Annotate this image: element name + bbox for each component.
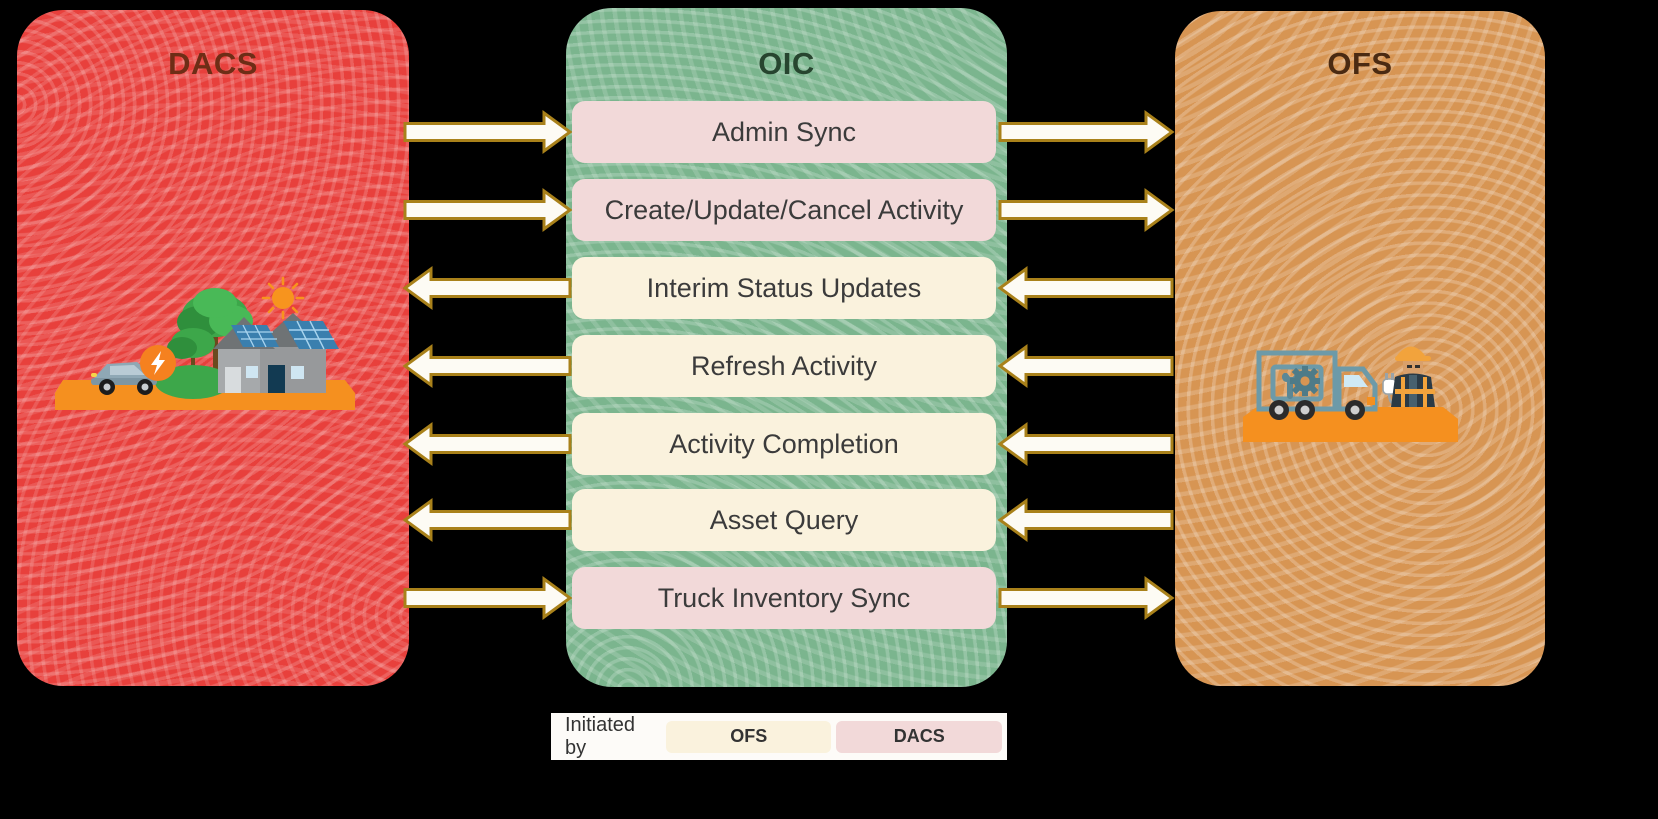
arrow-dacs-oic-1	[403, 188, 573, 232]
legend-label: Initiated by	[565, 713, 636, 759]
arrow-dacs-oic-2	[402, 266, 572, 310]
oic-row-label: Interim Status Updates	[646, 272, 922, 303]
oic-row-label: Create/Update/Cancel Activity	[604, 194, 964, 225]
arrow-dacs-oic-0	[403, 110, 573, 154]
oic-row-0[interactable]: Admin Sync	[572, 101, 996, 163]
sun-icon	[261, 276, 305, 320]
oic-row-label: Activity Completion	[669, 428, 899, 459]
arrow-oic-ofs-2	[997, 266, 1174, 310]
oic-row-label: Admin Sync	[711, 116, 857, 147]
oic-row-3[interactable]: Refresh Activity	[572, 335, 996, 397]
oic-row-list: Admin Sync Create/Update/Cancel Activity I…	[572, 0, 996, 819]
arrow-oic-ofs-0	[998, 110, 1175, 154]
solar-home-ev-illustration	[55, 276, 355, 410]
oic-row-5[interactable]: Asset Query	[572, 489, 996, 551]
gear-icon	[1290, 366, 1320, 396]
panel-title-oic: OIC	[758, 46, 815, 81]
legend: Initiated by OFS DACS	[551, 713, 1007, 760]
service-truck-icon	[1256, 350, 1378, 420]
arrow-dacs-oic-6	[403, 576, 573, 620]
legend-chip-dacs: DACS	[836, 720, 1002, 753]
arrow-dacs-oic-5	[402, 498, 572, 542]
diagram-canvas: DACS OIC OFS Admin Sync Create/Update/Ca…	[0, 0, 1658, 819]
door-icon	[268, 365, 285, 393]
oic-row-1[interactable]: Create/Update/Cancel Activity	[572, 179, 996, 241]
oic-row-2[interactable]: Interim Status Updates	[572, 257, 996, 319]
legend-chip-ofs: OFS	[665, 720, 832, 753]
oic-row-4[interactable]: Activity Completion	[572, 413, 996, 475]
arrow-oic-ofs-3	[997, 344, 1174, 388]
house-icon	[213, 313, 339, 393]
service-truck-technician-illustration	[1243, 346, 1458, 442]
arrow-oic-ofs-5	[997, 498, 1174, 542]
technician-icon	[1391, 346, 1435, 407]
arrow-oic-ofs-4	[997, 422, 1174, 466]
panel-title-ofs: OFS	[1327, 46, 1393, 81]
panel-title-dacs: DACS	[168, 46, 258, 81]
arrow-oic-ofs-1	[998, 188, 1175, 232]
oic-row-label: Asset Query	[709, 504, 859, 535]
arrow-dacs-oic-3	[402, 344, 572, 388]
arrow-oic-ofs-6	[998, 576, 1175, 620]
oic-row-label: Refresh Activity	[690, 350, 878, 381]
oic-row-6[interactable]: Truck Inventory Sync	[572, 567, 996, 629]
arrow-dacs-oic-4	[402, 422, 572, 466]
charging-bolt-icon	[140, 345, 176, 381]
oic-row-label: Truck Inventory Sync	[657, 582, 911, 613]
